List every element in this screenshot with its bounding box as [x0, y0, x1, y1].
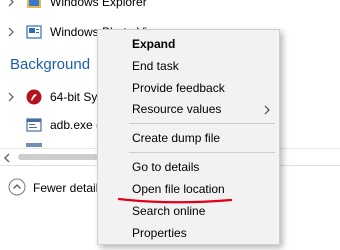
- menu-item-label: Expand: [132, 37, 176, 51]
- process-name: adb.exe (: [50, 118, 101, 132]
- menu-item-properties[interactable]: Properties: [98, 223, 279, 243]
- fewer-details-link[interactable]: Fewer detail: [33, 181, 98, 195]
- process-name: 64-bit Sy: [50, 90, 98, 104]
- chevron-up-circle-icon[interactable]: [8, 178, 26, 196]
- menu-item-label: Provide feedback: [132, 81, 225, 95]
- context-menu: Expand End task Provide feedback Resourc…: [97, 29, 280, 245]
- menu-item-label: Properties: [132, 226, 187, 240]
- photo-viewer-icon: [26, 24, 42, 40]
- folder-icon: [26, 0, 42, 10]
- menu-item-create-dump-file[interactable]: Create dump file: [98, 128, 279, 148]
- menu-item-label: Create dump file: [132, 131, 221, 145]
- menu-item-resource-values[interactable]: Resource values: [98, 99, 279, 119]
- process-row-windows-explorer[interactable]: Windows Explorer: [0, 0, 340, 13]
- menu-item-go-to-details[interactable]: Go to details: [98, 157, 279, 177]
- menu-item-open-file-location[interactable]: Open file location: [98, 179, 279, 199]
- menu-separator: [129, 123, 275, 124]
- chevron-right-icon: [264, 104, 270, 118]
- menu-item-label: Open file location: [132, 182, 225, 196]
- menu-item-label: End task: [132, 59, 179, 73]
- menu-item-label: Go to details: [132, 160, 200, 174]
- chevron-right-icon[interactable]: [6, 0, 16, 7]
- menu-item-provide-feedback[interactable]: Provide feedback: [98, 78, 279, 98]
- scroll-left-icon[interactable]: [3, 152, 11, 166]
- menu-item-end-task[interactable]: End task: [98, 56, 279, 76]
- menu-item-label: Search online: [132, 204, 206, 218]
- menu-item-search-online[interactable]: Search online: [98, 201, 279, 221]
- menu-item-expand[interactable]: Expand: [98, 34, 279, 54]
- process-name: Windows Explorer: [50, 0, 147, 9]
- process-row-partial: [26, 143, 42, 147]
- scrollbar-thumb[interactable]: [18, 154, 98, 160]
- chevron-right-icon[interactable]: [6, 27, 16, 37]
- chevron-right-icon[interactable]: [6, 92, 16, 102]
- menu-item-label: Resource values: [132, 102, 222, 116]
- section-heading-background: Background: [10, 56, 91, 73]
- menu-separator: [129, 152, 275, 153]
- red-app-icon: [26, 89, 42, 105]
- console-icon: [26, 117, 42, 133]
